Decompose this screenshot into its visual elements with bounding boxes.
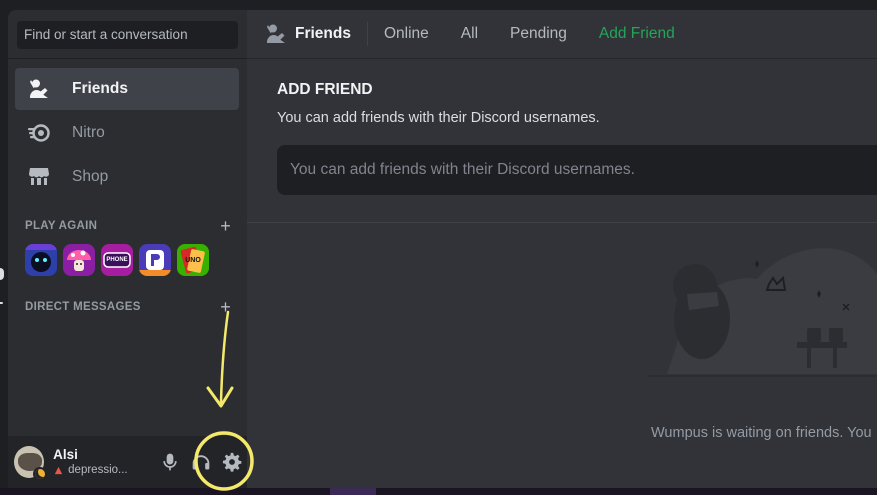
add-friend-title: ADD FRIEND <box>277 81 373 98</box>
tab-pending[interactable]: Pending <box>502 23 575 45</box>
user-panel: Alsi depressio... <box>8 436 247 488</box>
sidebar-item-friends[interactable]: Friends <box>15 68 239 110</box>
user-settings-button[interactable] <box>217 446 247 478</box>
window-top-strip <box>0 0 877 10</box>
gear-icon <box>222 452 242 472</box>
dm-sidebar: Find or start a conversation Friends Nit… <box>8 10 247 488</box>
sidebar-item-nitro[interactable]: Nitro <box>15 112 239 154</box>
search-container: Find or start a conversation <box>8 10 247 59</box>
empty-state-text: Wumpus is waiting on friends. You <box>651 425 872 441</box>
user-status: depressio... <box>53 463 128 478</box>
page-title: Friends <box>295 25 351 42</box>
tab-online[interactable]: Online <box>376 23 437 45</box>
play-again-header: PLAY AGAIN + <box>8 216 247 236</box>
friends-icon <box>267 24 285 43</box>
shop-icon <box>27 165 51 189</box>
server-indicator <box>0 268 4 280</box>
add-friend-input[interactable] <box>277 145 877 195</box>
deafen-button[interactable] <box>186 446 216 478</box>
taskbar-highlight <box>330 488 376 495</box>
microphone-icon <box>162 453 177 471</box>
search-input[interactable]: Find or start a conversation <box>17 21 238 49</box>
play-again-add-icon[interactable]: + <box>220 216 231 237</box>
tab-add-friend[interactable]: Add Friend <box>591 23 683 45</box>
user-info[interactable]: Alsi depressio... <box>53 447 128 478</box>
play-again-title: PLAY AGAIN <box>25 220 98 232</box>
custom-status-icon <box>54 466 63 474</box>
create-dm-icon[interactable]: + <box>220 297 231 318</box>
status-idle-icon <box>33 467 48 481</box>
avatar[interactable] <box>14 446 48 481</box>
wumpus-illustration <box>649 248 877 377</box>
mute-button[interactable] <box>155 446 185 478</box>
game-uno-icon[interactable]: UNO <box>177 244 209 276</box>
user-name: Alsi <box>53 446 78 462</box>
add-friend-subtitle: You can add friends with their Discord u… <box>277 110 600 126</box>
friends-icon <box>27 77 51 101</box>
sidebar-item-label: Friends <box>72 80 128 97</box>
nitro-icon <box>27 121 51 145</box>
game-mushroom-icon[interactable] <box>63 244 95 276</box>
friends-main: Friends Online All Pending Add Friend AD… <box>247 10 877 488</box>
taskbar-strip <box>0 488 877 495</box>
server-rail <box>0 10 8 488</box>
add-friend-section: ADD FRIEND You can add friends with thei… <box>247 59 877 223</box>
headphones-icon <box>192 455 210 470</box>
game-label: PHONE <box>106 256 128 263</box>
game-gartic-phone-icon[interactable]: PHONE <box>101 244 133 276</box>
game-label: UNO <box>185 256 201 264</box>
game-putt-party-icon[interactable] <box>139 244 171 276</box>
server-separator <box>0 302 3 304</box>
direct-messages-header: DIRECT MESSAGES + <box>8 297 247 317</box>
sidebar-item-shop[interactable]: Shop <box>15 156 239 198</box>
direct-messages-title: DIRECT MESSAGES <box>25 301 141 313</box>
user-status-text: depressio... <box>68 463 128 476</box>
tab-all[interactable]: All <box>453 23 486 45</box>
friends-header: Friends Online All Pending Add Friend <box>247 10 877 59</box>
play-again-games: PHONE UNO <box>8 244 247 276</box>
sidebar-nav: Friends Nitro Shop <box>8 59 247 198</box>
sidebar-item-label: Nitro <box>72 124 105 141</box>
header-divider <box>366 22 368 46</box>
sidebar-item-label: Shop <box>72 168 109 185</box>
game-shadow-icon[interactable] <box>25 244 57 276</box>
